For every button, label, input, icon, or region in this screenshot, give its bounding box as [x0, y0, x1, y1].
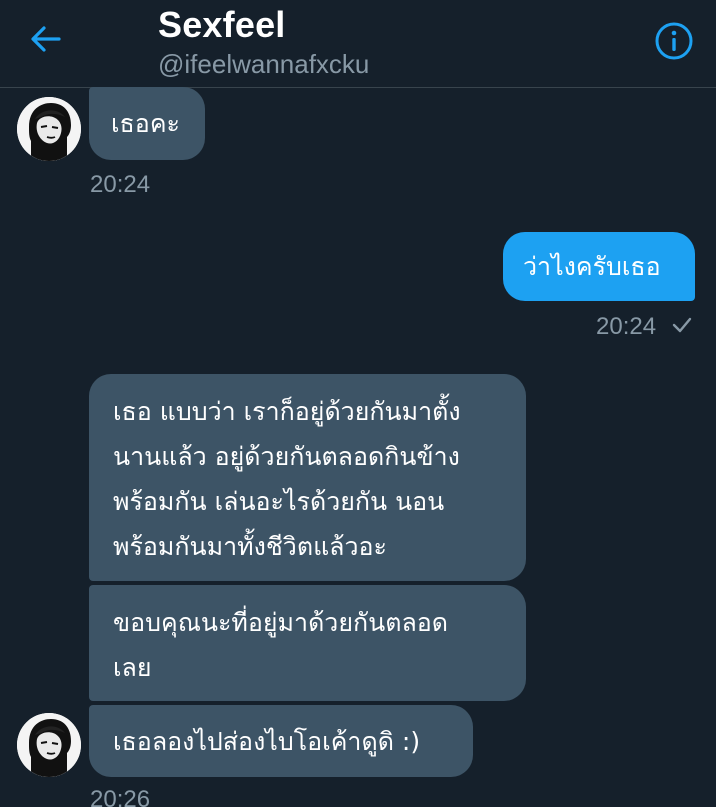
- back-button[interactable]: [26, 20, 64, 58]
- message-timestamp: 20:26: [90, 786, 151, 807]
- message-text-line: พร้อมกัน เล่นอะไรด้วยกัน นอน: [113, 487, 445, 516]
- back-arrow-icon: [31, 26, 61, 52]
- info-button[interactable]: [654, 21, 694, 61]
- conversation-title[interactable]: Sexfeel: [158, 4, 286, 46]
- message-bubble-outgoing[interactable]: ว่าไงครับเธอ: [503, 232, 695, 301]
- message-timestamp: 20:24: [596, 313, 657, 340]
- conversation-header: Sexfeel @ifeelwannafxcku: [0, 0, 716, 88]
- avatar-image: [17, 713, 81, 777]
- message-text-line: เธอ แบบว่า เราก็อยู่ด้วยกันมาตั้ง: [113, 397, 461, 426]
- info-icon: [655, 22, 693, 60]
- message-bubble-incoming[interactable]: เธอ แบบว่า เราก็อยู่ด้วยกันมาตั้ง นานแล้…: [89, 374, 526, 581]
- message-text-line: เลย: [113, 653, 152, 682]
- avatar-image: [17, 97, 81, 161]
- sender-avatar[interactable]: [17, 713, 81, 777]
- message-text-line: พร้อมกันมาทั้งชีวิตแล้วอะ: [113, 532, 387, 561]
- message-bubble-incoming[interactable]: เธอลองไปส่องไบโอเค้าดูดิ :): [89, 705, 473, 777]
- message-bubble-incoming[interactable]: ขอบคุณนะที่อยู่มาด้วยกันตลอด เลย: [89, 585, 526, 701]
- sender-avatar[interactable]: [17, 97, 81, 161]
- message-text-line: ขอบคุณนะที่อยู่มาด้วยกันตลอด: [113, 608, 449, 637]
- dm-conversation-screen: Sexfeel @ifeelwannafxcku เธอคะ 20:24 ว่า…: [0, 0, 716, 807]
- message-bubble-incoming[interactable]: เธอคะ: [89, 87, 205, 160]
- message-text: เธอลองไปส่องไบโอเค้าดูดิ :): [113, 727, 421, 756]
- read-check-icon: [672, 317, 692, 333]
- message-text: ว่าไงครับเธอ: [523, 252, 661, 281]
- conversation-handle: @ifeelwannafxcku: [158, 49, 370, 79]
- message-timestamp: 20:24: [90, 171, 151, 198]
- message-text-line: นานแล้ว อยู่ด้วยกันตลอดกินข้าง: [113, 442, 460, 471]
- message-text: เธอคะ: [111, 109, 180, 138]
